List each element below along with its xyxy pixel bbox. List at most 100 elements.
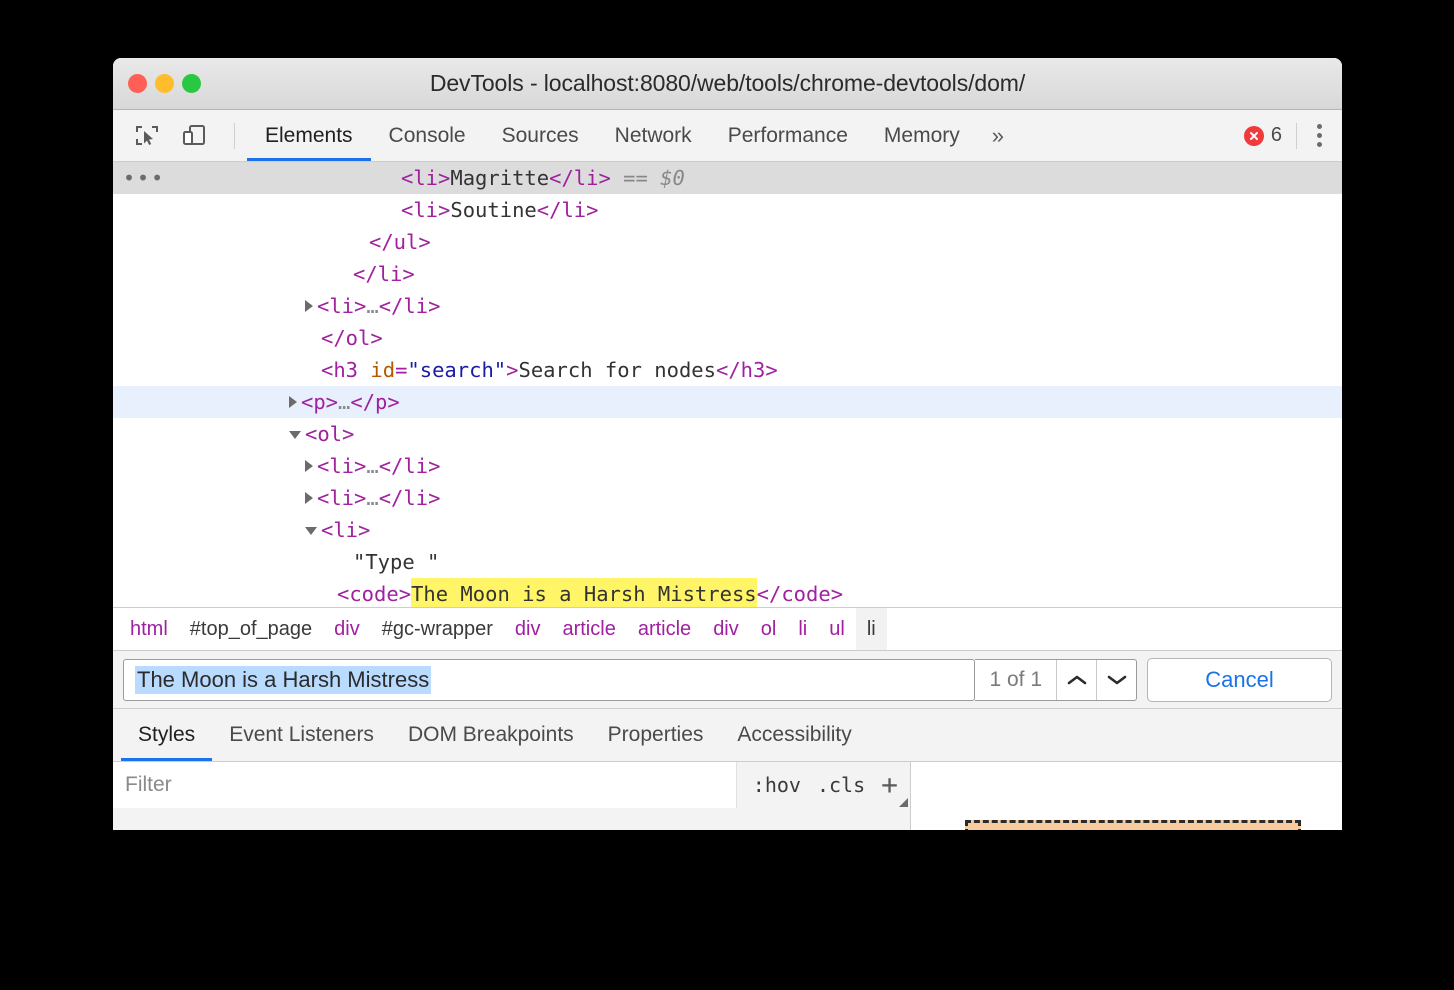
tab-elements[interactable]: Elements <box>247 110 371 161</box>
dom-row-content: </ul> <box>353 226 431 258</box>
dom-token: </li> <box>537 194 599 226</box>
dom-row-content: <li> <box>305 514 370 546</box>
dom-row-content: </ol> <box>305 322 383 354</box>
dom-tree-panel[interactable]: •••<li>Magritte</li> == $0<li>Soutine</l… <box>113 162 1342 607</box>
dom-row-close-ol[interactable]: </ol> <box>113 322 1342 354</box>
search-bar: The Moon is a Harsh Mistress 1 of 1 Canc… <box>113 651 1342 709</box>
devtools-toolbar: Elements Console Sources Network Perform… <box>113 110 1342 162</box>
dom-row-h3-search[interactable]: <h3 id="search">Search for nodes</h3> <box>113 354 1342 386</box>
dom-row-content: <p>…</p> <box>289 386 400 418</box>
panel-tabs: Elements Console Sources Network Perform… <box>247 110 1018 161</box>
inspect-element-icon[interactable] <box>130 119 164 153</box>
tab-console[interactable]: Console <box>371 110 484 161</box>
breadcrumb: html#top_of_pagediv#gc-wrapperdivarticle… <box>113 607 1342 651</box>
dom-token: <li> <box>401 194 450 226</box>
error-badge[interactable]: 6 <box>1244 124 1294 147</box>
breadcrumb-item-gcwrapper[interactable]: #gc-wrapper <box>371 608 504 650</box>
breadcrumb-item-article[interactable]: article <box>551 608 626 650</box>
window-titlebar: DevTools - localhost:8080/web/tools/chro… <box>113 58 1342 110</box>
sidebar-tab-label: Accessibility <box>737 723 851 747</box>
dom-row-ol-open[interactable]: <ol> <box>113 418 1342 450</box>
dom-token: </li> <box>379 290 441 322</box>
styles-filter-input[interactable]: Filter <box>113 762 737 808</box>
dom-token: … <box>338 386 350 418</box>
tab-label: Network <box>615 124 692 148</box>
dom-token: <li> <box>401 162 450 194</box>
breadcrumb-item-article[interactable]: article <box>627 608 702 650</box>
breadcrumb-item-ul[interactable]: ul <box>818 608 856 650</box>
dom-token: <li> <box>317 290 366 322</box>
tab-network[interactable]: Network <box>597 110 710 161</box>
dom-token: <li> <box>317 482 366 514</box>
tab-memory[interactable]: Memory <box>866 110 978 161</box>
sidebar-tab-label: Styles <box>138 723 195 747</box>
chevron-right-icon[interactable] <box>305 300 313 312</box>
breadcrumb-item-ol[interactable]: ol <box>750 608 788 650</box>
chevron-down-icon[interactable] <box>289 431 301 439</box>
breadcrumb-item-li[interactable]: li <box>856 608 887 650</box>
new-style-rule-button[interactable]: + <box>881 771 898 799</box>
tab-accessibility[interactable]: Accessibility <box>720 709 868 761</box>
dom-token: </p> <box>350 386 399 418</box>
search-input[interactable]: The Moon is a Harsh Mistress <box>123 659 975 701</box>
overflow-menu-icon[interactable] <box>1311 118 1328 153</box>
tab-dom-breakpoints[interactable]: DOM Breakpoints <box>391 709 591 761</box>
tab-label: Elements <box>265 124 353 148</box>
dom-row-close-ul[interactable]: </ul> <box>113 226 1342 258</box>
breadcrumb-item-div[interactable]: div <box>323 608 371 650</box>
search-prev-button[interactable] <box>1056 660 1096 700</box>
dom-token: … <box>366 482 378 514</box>
dom-token: </li> <box>353 258 415 290</box>
dom-row-content: <li>Soutine</li> <box>385 194 599 226</box>
chevron-down-icon[interactable] <box>305 527 317 535</box>
device-toolbar-icon[interactable] <box>177 119 211 153</box>
chevron-right-icon[interactable] <box>305 492 313 504</box>
dom-row-text-type[interactable]: "Type " <box>113 546 1342 578</box>
dom-row-li-collapsed-2[interactable]: <li>…</li> <box>113 450 1342 482</box>
dom-token: > <box>506 354 518 386</box>
hov-toggle-button[interactable]: :hov <box>753 773 801 797</box>
dom-row-li-collapsed-1[interactable]: <li>…</li> <box>113 290 1342 322</box>
chevron-right-icon[interactable] <box>305 460 313 472</box>
computed-box-model-column <box>911 762 1342 830</box>
dom-row-li-soutine[interactable]: <li>Soutine</li> <box>113 194 1342 226</box>
chevron-right-icon[interactable] <box>289 396 297 408</box>
tab-properties[interactable]: Properties <box>591 709 721 761</box>
toolbar-right-group: 6 <box>1244 110 1342 161</box>
dom-row-content: <li>Magritte</li> == $0 <box>385 162 685 194</box>
cancel-button[interactable]: Cancel <box>1147 658 1332 702</box>
dom-row-p-collapsed[interactable]: <p>…</p> <box>113 386 1342 418</box>
search-match-count: 1 of 1 <box>975 660 1056 700</box>
more-tabs-icon[interactable]: » <box>978 110 1018 161</box>
dom-row-li-collapsed-3[interactable]: <li>…</li> <box>113 482 1342 514</box>
dom-token: <p> <box>301 386 338 418</box>
dom-token: Soutine <box>450 194 536 226</box>
resize-grip-icon[interactable] <box>899 798 908 807</box>
tab-styles[interactable]: Styles <box>121 709 212 761</box>
toolbar-icon-group <box>113 110 247 161</box>
sidebar-tab-label: Event Listeners <box>229 723 374 747</box>
breadcrumb-item-html[interactable]: html <box>119 608 179 650</box>
tab-sources[interactable]: Sources <box>484 110 597 161</box>
tab-event-listeners[interactable]: Event Listeners <box>212 709 391 761</box>
dom-row-content: "Type " <box>337 546 439 578</box>
dom-row-content: </li> <box>337 258 415 290</box>
cls-toggle-button[interactable]: .cls <box>817 773 865 797</box>
breadcrumb-item-div[interactable]: div <box>504 608 552 650</box>
dom-token: </ul> <box>369 226 431 258</box>
search-next-button[interactable] <box>1096 660 1136 700</box>
dom-row-li-magritte[interactable]: •••<li>Magritte</li> == $0 <box>113 162 1342 194</box>
dom-token: </h3> <box>716 354 778 386</box>
dom-token: <code> <box>337 578 411 607</box>
breadcrumb-item-li[interactable]: li <box>787 608 818 650</box>
tab-performance[interactable]: Performance <box>710 110 866 161</box>
dom-row-close-li[interactable]: </li> <box>113 258 1342 290</box>
breadcrumb-item-div[interactable]: div <box>702 608 750 650</box>
styles-rules-column: Filter :hov .cls + <box>113 762 911 830</box>
dom-row-code-match[interactable]: <code>The Moon is a Harsh Mistress</code… <box>113 578 1342 607</box>
dom-row-li-open[interactable]: <li> <box>113 514 1342 546</box>
breadcrumb-item-topofpage[interactable]: #top_of_page <box>179 608 323 650</box>
dom-token: <h3 <box>321 354 370 386</box>
dom-token: "Type " <box>353 546 439 578</box>
dom-token: </li> <box>549 162 611 194</box>
